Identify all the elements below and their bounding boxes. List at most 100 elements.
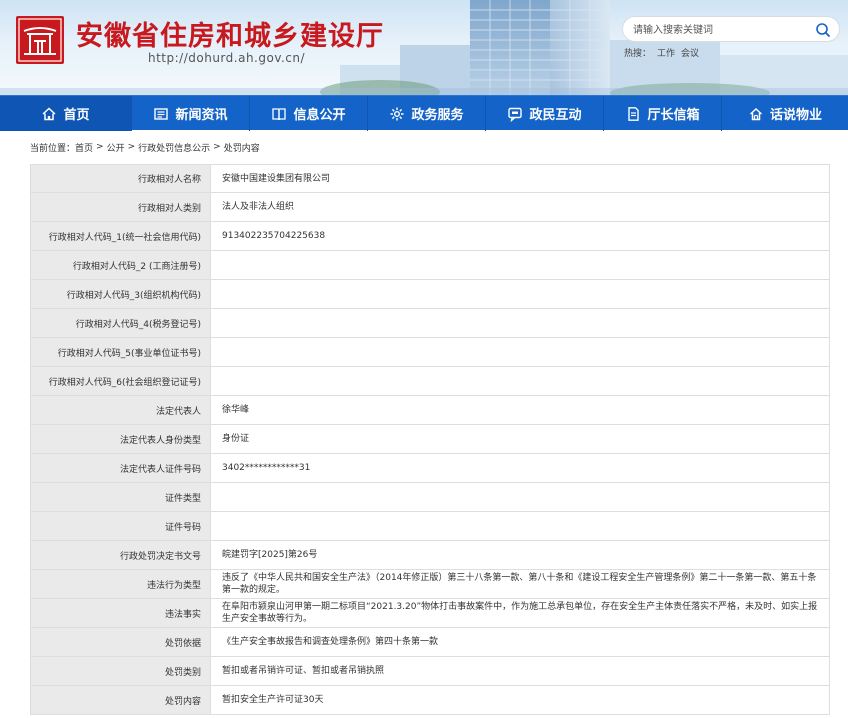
nav-item-label: 厅长信箱 bbox=[647, 108, 700, 123]
main-nav: 首页 新闻资讯 信息公开 政务服务 政民互动 厅长信箱 话说物业 bbox=[0, 95, 848, 131]
breadcrumb-separator: > bbox=[127, 142, 136, 152]
table-row: 法定代表人身份类型 身份证 bbox=[31, 425, 830, 454]
hot-search-words: 热搜： 工作 会议 bbox=[624, 46, 705, 59]
field-label: 证件号码 bbox=[31, 512, 211, 540]
field-value bbox=[211, 309, 830, 337]
table-row: 行政处罚决定书文号 皖建罚字[2025]第26号 bbox=[31, 541, 830, 570]
search-input[interactable] bbox=[633, 21, 813, 39]
field-value: 安徽中国建设集团有限公司 bbox=[211, 165, 830, 192]
table-row: 行政相对人代码_1(统一社会信用代码) 913402235704225638 bbox=[31, 222, 830, 251]
hot-word-link[interactable]: 会议 bbox=[681, 49, 699, 59]
table-row: 处罚依据 《生产安全事故报告和调查处理条例》第四十条第一款 bbox=[31, 628, 830, 657]
field-value bbox=[211, 280, 830, 308]
site-header: 安徽省住房和城乡建设厅 http://dohurd.ah.gov.cn/ 热搜：… bbox=[0, 0, 848, 95]
field-value: 913402235704225638 bbox=[211, 222, 830, 250]
site-url: http://dohurd.ah.gov.cn/ bbox=[148, 51, 306, 65]
table-row: 证件号码 bbox=[31, 512, 830, 541]
field-label: 证件类型 bbox=[31, 483, 211, 511]
field-label: 行政相对人代码_3(组织机构代码) bbox=[31, 280, 211, 308]
nav-item-news[interactable]: 新闻资讯 bbox=[132, 96, 250, 131]
field-value: 徐华峰 bbox=[211, 396, 830, 424]
field-label: 行政相对人类别 bbox=[31, 193, 211, 221]
table-row: 法定代表人 徐华峰 bbox=[31, 396, 830, 425]
breadcrumb: 当前位置： 首页 > 公开 > 行政处罚信息公示 > 处罚内容 bbox=[0, 130, 848, 164]
field-value: 法人及非法人组织 bbox=[211, 193, 830, 221]
table-row: 行政相对人代码_5(事业单位证书号) bbox=[31, 338, 830, 367]
field-value: 3402************31 bbox=[211, 454, 830, 482]
nav-item-label: 首页 bbox=[63, 108, 90, 123]
nav-item-service[interactable]: 政务服务 bbox=[368, 96, 486, 131]
mail-icon bbox=[625, 106, 641, 122]
field-label: 法定代表人 bbox=[31, 396, 211, 424]
field-label: 行政相对人代码_6(社会组织登记证号) bbox=[31, 367, 211, 395]
hot-word-link[interactable]: 工作 bbox=[657, 49, 675, 59]
site-logo[interactable] bbox=[16, 16, 64, 64]
field-value bbox=[211, 512, 830, 540]
nav-item-label: 政民互动 bbox=[529, 108, 582, 123]
field-value bbox=[211, 483, 830, 511]
nav-item-interaction[interactable]: 政民互动 bbox=[486, 96, 604, 131]
breadcrumb-link-public[interactable]: 公开 bbox=[107, 141, 125, 154]
nav-item-home[interactable]: 首页 bbox=[0, 96, 132, 131]
nav-item-property[interactable]: 话说物业 bbox=[722, 96, 848, 131]
table-row: 证件类型 bbox=[31, 483, 830, 512]
table-row: 行政相对人类别 法人及非法人组织 bbox=[31, 193, 830, 222]
hot-search-label: 热搜： bbox=[624, 49, 652, 59]
table-row: 行政相对人代码_6(社会组织登记证号) bbox=[31, 367, 830, 396]
field-label: 行政相对人名称 bbox=[31, 165, 211, 192]
field-label: 行政相对人代码_1(统一社会信用代码) bbox=[31, 222, 211, 250]
service-icon bbox=[389, 106, 405, 122]
field-label: 行政相对人代码_4(税务登记号) bbox=[31, 309, 211, 337]
site-title: 安徽省住房和城乡建设厅 bbox=[76, 21, 384, 52]
nav-item-info[interactable]: 信息公开 bbox=[250, 96, 368, 131]
field-value bbox=[211, 251, 830, 279]
field-value bbox=[211, 367, 830, 395]
news-icon bbox=[153, 106, 169, 122]
field-label: 行政处罚决定书文号 bbox=[31, 541, 211, 569]
field-label: 处罚类别 bbox=[31, 657, 211, 685]
breadcrumb-separator: > bbox=[213, 142, 221, 152]
breadcrumb-link-penalty-info[interactable]: 行政处罚信息公示 bbox=[138, 141, 210, 154]
logo-emblem-icon bbox=[18, 18, 62, 62]
house-icon bbox=[748, 106, 764, 122]
table-row: 行政相对人代码_2 (工商注册号) bbox=[31, 251, 830, 280]
table-row: 处罚类别 暂扣或者吊销许可证、暂扣或者吊销执照 bbox=[31, 657, 830, 686]
search-box bbox=[622, 16, 840, 42]
field-value: 在阜阳市颍泉山河甲第一期二标项目“2021.3.20”物体打击事故案件中，作为施… bbox=[211, 599, 830, 627]
search-button[interactable] bbox=[813, 20, 833, 40]
field-label: 法定代表人证件号码 bbox=[31, 454, 211, 482]
field-value: 暂扣或者吊销许可证、暂扣或者吊销执照 bbox=[211, 657, 830, 685]
field-value: 《生产安全事故报告和调查处理条例》第四十条第一款 bbox=[211, 628, 830, 656]
search-icon bbox=[816, 23, 830, 37]
book-icon bbox=[271, 106, 287, 122]
home-icon bbox=[41, 106, 57, 122]
field-value: 身份证 bbox=[211, 425, 830, 453]
field-value bbox=[211, 338, 830, 366]
penalty-detail-table: 行政相对人名称 安徽中国建设集团有限公司 行政相对人类别 法人及非法人组织 行政… bbox=[30, 164, 830, 715]
table-row: 违法行为类型 违反了《中华人民共和国安全生产法》（2014年修正版）第三十八条第… bbox=[31, 570, 830, 599]
field-label: 行政相对人代码_5(事业单位证书号) bbox=[31, 338, 211, 366]
field-value: 皖建罚字[2025]第26号 bbox=[211, 541, 830, 569]
chat-icon bbox=[507, 106, 523, 122]
table-row: 行政相对人代码_4(税务登记号) bbox=[31, 309, 830, 338]
nav-item-mailbox[interactable]: 厅长信箱 bbox=[604, 96, 722, 131]
breadcrumb-link-home[interactable]: 首页 bbox=[75, 141, 93, 154]
table-row: 行政相对人名称 安徽中国建设集团有限公司 bbox=[31, 164, 830, 193]
field-label: 违法事实 bbox=[31, 599, 211, 627]
nav-item-label: 话说物业 bbox=[769, 108, 822, 123]
field-label: 处罚依据 bbox=[31, 628, 211, 656]
field-value: 暂扣安全生产许可证30天 bbox=[211, 686, 830, 714]
field-label: 法定代表人身份类型 bbox=[31, 425, 211, 453]
breadcrumb-current: 处罚内容 bbox=[223, 143, 260, 154]
nav-item-label: 新闻资讯 bbox=[175, 108, 228, 123]
table-row: 违法事实 在阜阳市颍泉山河甲第一期二标项目“2021.3.20”物体打击事故案件… bbox=[31, 599, 830, 628]
breadcrumb-prefix: 当前位置： bbox=[30, 143, 76, 154]
breadcrumb-separator: > bbox=[96, 142, 104, 152]
nav-item-label: 信息公开 bbox=[293, 108, 346, 123]
table-row: 处罚内容 暂扣安全生产许可证30天 bbox=[31, 686, 830, 715]
field-value: 违反了《中华人民共和国安全生产法》（2014年修正版）第三十八条第一款、第八十条… bbox=[211, 570, 830, 598]
field-label: 行政相对人代码_2 (工商注册号) bbox=[31, 251, 211, 279]
table-row: 法定代表人证件号码 3402************31 bbox=[31, 454, 830, 483]
field-label: 处罚内容 bbox=[31, 686, 211, 714]
nav-item-label: 政务服务 bbox=[411, 108, 464, 123]
